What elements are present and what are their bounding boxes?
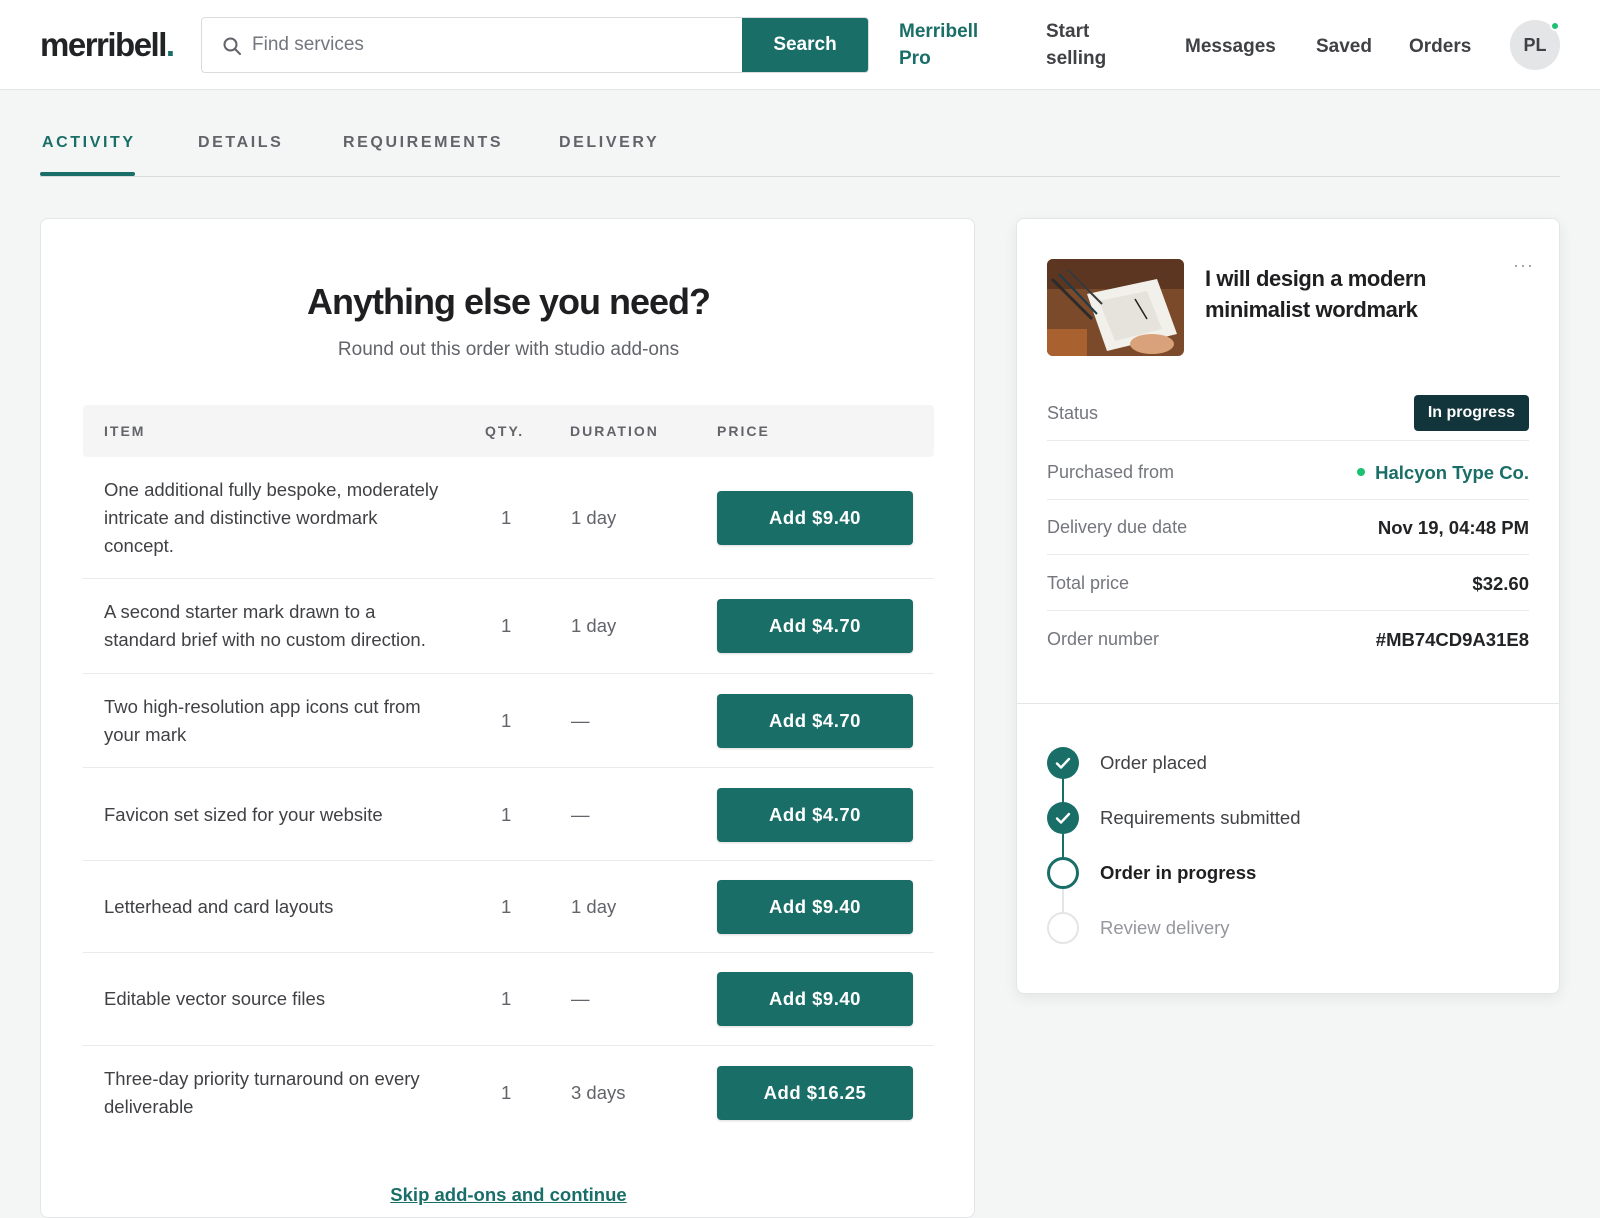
nav-orders[interactable]: Orders [1409, 33, 1471, 60]
check-icon [1055, 812, 1071, 824]
logo-wordmark: merribell [40, 26, 167, 63]
order-number-label: Order number [1047, 629, 1160, 649]
status-badge: In progress [1413, 395, 1529, 431]
nav-merribell-pro[interactable]: Merribell Pro [899, 18, 1009, 72]
addon-qty: 1 [501, 804, 512, 825]
divider [1017, 703, 1559, 704]
addon-description: Three-day priority turnaround on every d… [104, 1068, 420, 1117]
seller-online-dot [1357, 468, 1366, 477]
addon-duration: — [571, 804, 590, 825]
nav-saved[interactable]: Saved [1316, 33, 1372, 60]
table-row: Three-day priority turnaround on every d… [83, 1046, 934, 1140]
total-price-label: Total price [1047, 573, 1130, 593]
search-bar: Search [201, 17, 869, 73]
tab-requirements[interactable]: REQUIREMENTS [343, 134, 503, 152]
addon-qty: 1 [501, 710, 512, 731]
table-header: ITEM QTY. DURATION PRICE [83, 405, 934, 457]
addon-description: A second starter mark drawn to a standar… [104, 601, 426, 650]
search-input[interactable] [252, 18, 732, 72]
add-addon-button[interactable]: Add $9.40 [717, 972, 913, 1026]
tab-details[interactable]: DETAILS [198, 134, 283, 152]
add-addon-button[interactable]: Add $4.70 [717, 694, 913, 748]
addon-description: Letterhead and card layouts [104, 896, 334, 917]
addon-description: Favicon set sized for your website [104, 804, 383, 825]
nav-start-selling[interactable]: Start selling [1046, 18, 1136, 72]
seller-link[interactable]: Halcyon Type Co. [1357, 462, 1529, 484]
gig-thumbnail[interactable] [1047, 259, 1184, 356]
step-pending-icon [1047, 912, 1079, 944]
timeline-step-label: Requirements submitted [1100, 807, 1301, 828]
column-header-qty: QTY. [485, 423, 525, 439]
addon-description: One additional fully bespoke, moderately… [104, 479, 439, 556]
addon-duration: — [571, 710, 590, 731]
addon-qty: 1 [501, 1082, 512, 1103]
timeline-step-label: Order placed [1100, 752, 1207, 773]
step-done-icon [1047, 802, 1079, 834]
step-current-icon [1047, 857, 1079, 889]
step-done-icon [1047, 747, 1079, 779]
table-row: Favicon set sized for your website 1 — A… [83, 768, 934, 861]
add-addon-button[interactable]: Add $9.40 [717, 880, 913, 934]
addons-subtitle: Round out this order with studio add-ons [337, 339, 680, 360]
tab-activity[interactable]: ACTIVITY [42, 134, 136, 152]
addons-title: Anything else you need? [306, 281, 711, 322]
status-label: Status [1047, 403, 1099, 423]
addons-card: Anything else you need? Round out this o… [40, 218, 975, 1218]
addon-duration: 1 day [571, 507, 617, 528]
active-tab-indicator [40, 172, 135, 176]
due-date-label: Delivery due date [1047, 517, 1188, 537]
logo-dot: . [165, 26, 175, 63]
check-icon [1055, 757, 1071, 769]
table-row: Letterhead and card layouts 1 1 day Add … [83, 861, 934, 953]
more-options-icon[interactable]: ··· [1513, 255, 1534, 276]
order-tabs: ACTIVITY DETAILS REQUIREMENTS DELIVERY [40, 90, 1560, 177]
timeline-step-label: Review delivery [1100, 917, 1230, 938]
addon-qty: 1 [501, 896, 512, 917]
order-summary-card: I will design a modern minimalist wordma… [1016, 218, 1560, 994]
tab-delivery[interactable]: DELIVERY [559, 134, 659, 152]
seller-name: Halcyon Type Co. [1375, 462, 1529, 483]
add-addon-button[interactable]: Add $4.70 [717, 599, 913, 653]
search-button[interactable]: Search [742, 18, 868, 72]
search-icon [223, 37, 241, 55]
total-price-value: $32.60 [1472, 573, 1529, 594]
add-addon-button[interactable]: Add $16.25 [717, 1066, 913, 1120]
gig-thumbnail-image [1047, 259, 1184, 356]
addon-duration: 1 day [571, 615, 617, 636]
merribell-logo[interactable]: merribell. [40, 26, 175, 64]
column-header-item: ITEM [104, 423, 146, 439]
gig-title[interactable]: I will design a modern minimalist wordma… [1205, 263, 1475, 325]
addon-description: Two high-resolution app icons cut from y… [104, 696, 421, 745]
order-number-row: Order number #MB74CD9A31E8 [1047, 611, 1529, 667]
addon-qty: 1 [501, 507, 512, 528]
due-date-row: Delivery due date Nov 19, 04:48 PM [1047, 499, 1529, 555]
addons-table: ITEM QTY. DURATION PRICE One additional … [83, 405, 934, 1140]
skip-addons-link[interactable]: Skip add-ons and continue [41, 1184, 976, 1206]
online-status-dot [1550, 21, 1560, 31]
nav-messages[interactable]: Messages [1185, 33, 1276, 60]
order-number-value: #MB74CD9A31E8 [1375, 629, 1529, 650]
status-row: Status In progress [1047, 385, 1529, 441]
table-row: Editable vector source files 1 — Add $9.… [83, 953, 934, 1046]
add-addon-button[interactable]: Add $4.70 [717, 788, 913, 842]
addon-duration: 1 day [571, 896, 617, 917]
table-row: Two high-resolution app icons cut from y… [83, 674, 934, 768]
addon-duration: 3 days [571, 1082, 626, 1103]
table-row: A second starter mark drawn to a standar… [83, 579, 934, 674]
add-addon-button[interactable]: Add $9.40 [717, 491, 913, 545]
column-header-duration: DURATION [570, 423, 659, 439]
seller-label: Purchased from [1047, 462, 1175, 482]
addon-description: Editable vector source files [104, 988, 326, 1009]
top-navigation-bar: merribell. Search Merribell Pro Start se… [0, 0, 1600, 90]
total-price-row: Total price $32.60 [1047, 555, 1529, 611]
timeline-step-label: Order in progress [1100, 862, 1257, 883]
addon-duration: — [571, 988, 590, 1009]
addon-qty: 1 [501, 615, 512, 636]
seller-row: Purchased from Halcyon Type Co. [1047, 444, 1529, 500]
table-row: One additional fully bespoke, moderately… [83, 457, 934, 579]
addon-qty: 1 [501, 988, 512, 1009]
due-date-value: Nov 19, 04:48 PM [1377, 517, 1529, 538]
column-header-price: PRICE [717, 423, 770, 439]
